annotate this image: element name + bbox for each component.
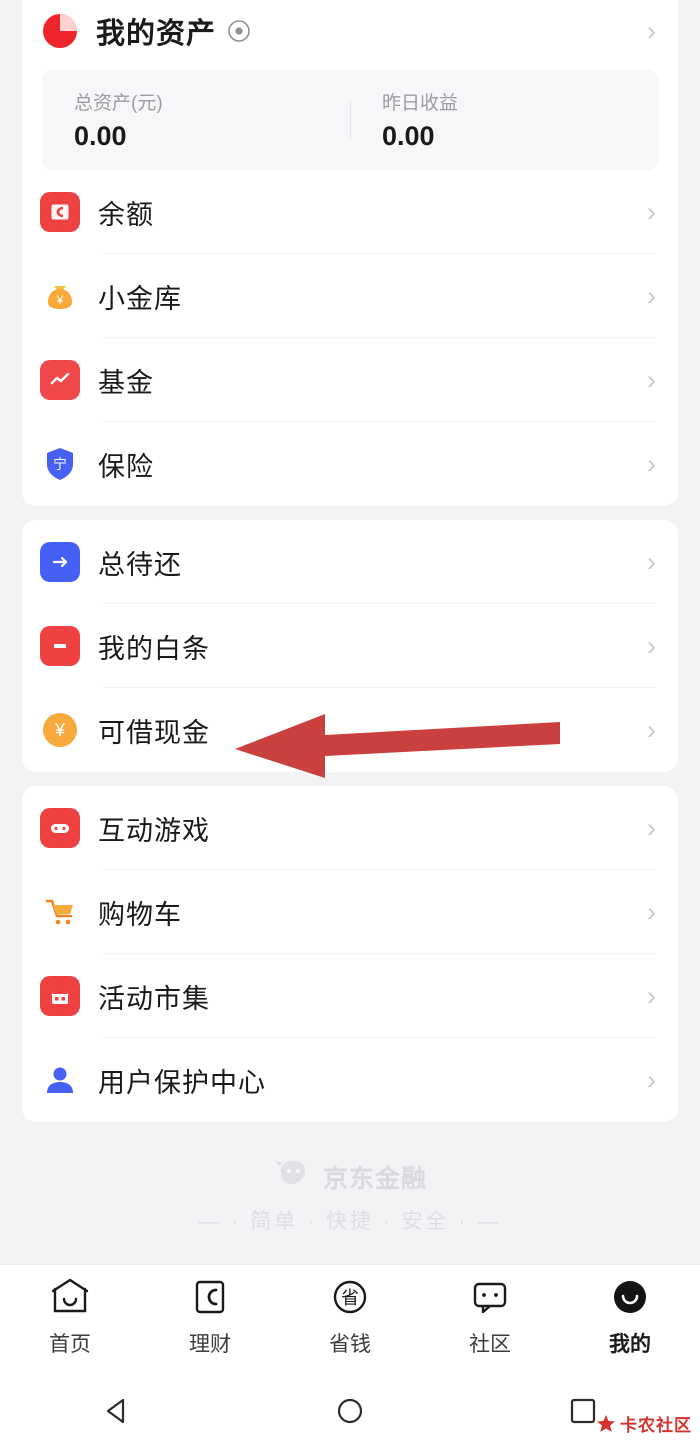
- baitiao-icon: [40, 626, 80, 666]
- list-item-insurance[interactable]: 宁 保险 ›: [22, 422, 678, 506]
- chevron-right-icon: ›: [647, 980, 656, 1011]
- chevron-right-icon: ›: [647, 280, 656, 311]
- calendar-icon: [40, 976, 80, 1016]
- svg-text:宁: 宁: [53, 456, 67, 472]
- chart-icon: [40, 360, 80, 400]
- svg-text:¥: ¥: [54, 720, 66, 740]
- list-item-label: 小金库: [98, 283, 182, 314]
- list-item-total-repay[interactable]: 总待还 ›: [22, 520, 678, 604]
- wallet-icon: [40, 192, 80, 232]
- my-assets-title: 我的资产: [96, 18, 217, 50]
- chevron-right-icon: ›: [647, 196, 656, 227]
- chevron-right-icon: ›: [647, 448, 656, 479]
- cart-icon: [40, 892, 80, 932]
- assets-summary-box: 总资产(元) 0.00 昨日收益 0.00: [42, 70, 658, 170]
- list-item-label: 活动市集: [98, 983, 210, 1014]
- list-item-xiaojinku[interactable]: ¥ 小金库 ›: [22, 254, 678, 338]
- shield-icon: 宁: [40, 444, 80, 484]
- triangle-back-icon: [106, 1398, 124, 1423]
- chevron-right-icon: ›: [647, 812, 656, 843]
- total-assets-cell: 总资产(元) 0.00: [42, 88, 350, 152]
- brand-name: 京东金融: [322, 1164, 427, 1193]
- tab-label: 我的: [609, 1332, 651, 1356]
- brand-slogan: — · 简单 · 快捷 · 安全 · —: [198, 1210, 502, 1233]
- jd-dog-icon: [273, 1158, 313, 1195]
- community-icon: [469, 1277, 511, 1322]
- tab-community[interactable]: 社区: [420, 1277, 560, 1358]
- list-item-label: 总待还: [98, 549, 182, 580]
- tab-save[interactable]: 省 省钱: [280, 1277, 420, 1358]
- chevron-right-icon: ›: [647, 1064, 656, 1095]
- tab-label: 省钱: [329, 1332, 371, 1356]
- chevron-right-icon: ›: [647, 896, 656, 927]
- total-assets-value: 0.00: [74, 121, 127, 151]
- list-item-baitiao[interactable]: 我的白条 ›: [22, 604, 678, 688]
- finance-icon: [189, 1277, 231, 1322]
- list-item-fund[interactable]: 基金 ›: [22, 338, 678, 422]
- list-item-games[interactable]: 互动游戏 ›: [22, 786, 678, 870]
- list-item-label: 互动游戏: [98, 815, 210, 846]
- pie-chart-icon: [40, 11, 80, 51]
- credit-card-group: 总待还 › 我的白条 › ¥ 可借现金 ›: [22, 520, 678, 772]
- my-assets-header[interactable]: 我的资产 ›: [22, 0, 678, 62]
- tab-label: 理财: [189, 1332, 231, 1356]
- android-navbar: [0, 1369, 700, 1452]
- chevron-right-icon: ›: [647, 15, 656, 46]
- total-assets-label: 总资产(元): [74, 93, 163, 114]
- my-assets-card: 我的资产 › 总资产(元) 0.00 昨日收益 0.00 余额 › ¥ 小金库 …: [22, 0, 678, 506]
- tab-label: 社区: [469, 1332, 511, 1356]
- yuan-icon: ¥: [40, 710, 80, 750]
- list-item-label: 余额: [98, 199, 154, 230]
- bottom-tabbar: 首页 理财 省 省钱 社区 我的: [0, 1264, 700, 1369]
- svg-text:省: 省: [341, 1288, 359, 1308]
- yesterday-profit-label: 昨日收益: [382, 93, 459, 114]
- list-item-cash-loan[interactable]: ¥ 可借现金 ›: [22, 688, 678, 772]
- eye-icon[interactable]: [226, 18, 252, 44]
- tab-finance[interactable]: 理财: [140, 1277, 280, 1358]
- save-icon: 省: [329, 1277, 371, 1322]
- list-item-label: 保险: [98, 451, 154, 482]
- list-item-cart[interactable]: 购物车 ›: [22, 870, 678, 954]
- watermark-logo-icon: [597, 1414, 615, 1432]
- profile-icon: [609, 1277, 651, 1322]
- yesterday-profit-value: 0.00: [382, 121, 435, 151]
- tab-profile[interactable]: 我的: [560, 1277, 700, 1358]
- watermark-text: 卡农社区: [620, 1416, 692, 1435]
- home-icon: [49, 1277, 91, 1322]
- list-item-label: 可借现金: [98, 717, 210, 748]
- yesterday-profit-cell: 昨日收益 0.00: [350, 88, 658, 152]
- list-item-label: 用户保护中心: [98, 1067, 266, 1098]
- brand-footer: 京东金融 — · 简单 · 快捷 · 安全 · —: [0, 1158, 700, 1235]
- tab-home[interactable]: 首页: [0, 1277, 140, 1358]
- person-icon: [40, 1060, 80, 1100]
- list-item-user-protection[interactable]: 用户保护中心 ›: [22, 1038, 678, 1122]
- watermark: 卡农社区: [596, 1411, 692, 1436]
- back-button[interactable]: [87, 1381, 147, 1441]
- services-group: 互动游戏 › 购物车 › 活动市集 › 用户保护中心 ›: [22, 786, 678, 1122]
- svg-text:¥: ¥: [56, 293, 64, 307]
- list-item-label: 基金: [98, 367, 154, 398]
- list-item-balance[interactable]: 余额 ›: [22, 170, 678, 254]
- home-button[interactable]: [320, 1381, 380, 1441]
- chevron-right-icon: ›: [647, 714, 656, 745]
- list-item-label: 购物车: [98, 899, 182, 930]
- chevron-right-icon: ›: [647, 546, 656, 577]
- gamepad-icon: [40, 808, 80, 848]
- repay-icon: [40, 542, 80, 582]
- circle-home-icon: [337, 1398, 363, 1423]
- chevron-right-icon: ›: [647, 364, 656, 395]
- tab-label: 首页: [49, 1332, 91, 1356]
- list-item-market[interactable]: 活动市集 ›: [22, 954, 678, 1038]
- chevron-right-icon: ›: [647, 630, 656, 661]
- list-item-label: 我的白条: [98, 633, 210, 664]
- moneybag-icon: ¥: [40, 276, 80, 316]
